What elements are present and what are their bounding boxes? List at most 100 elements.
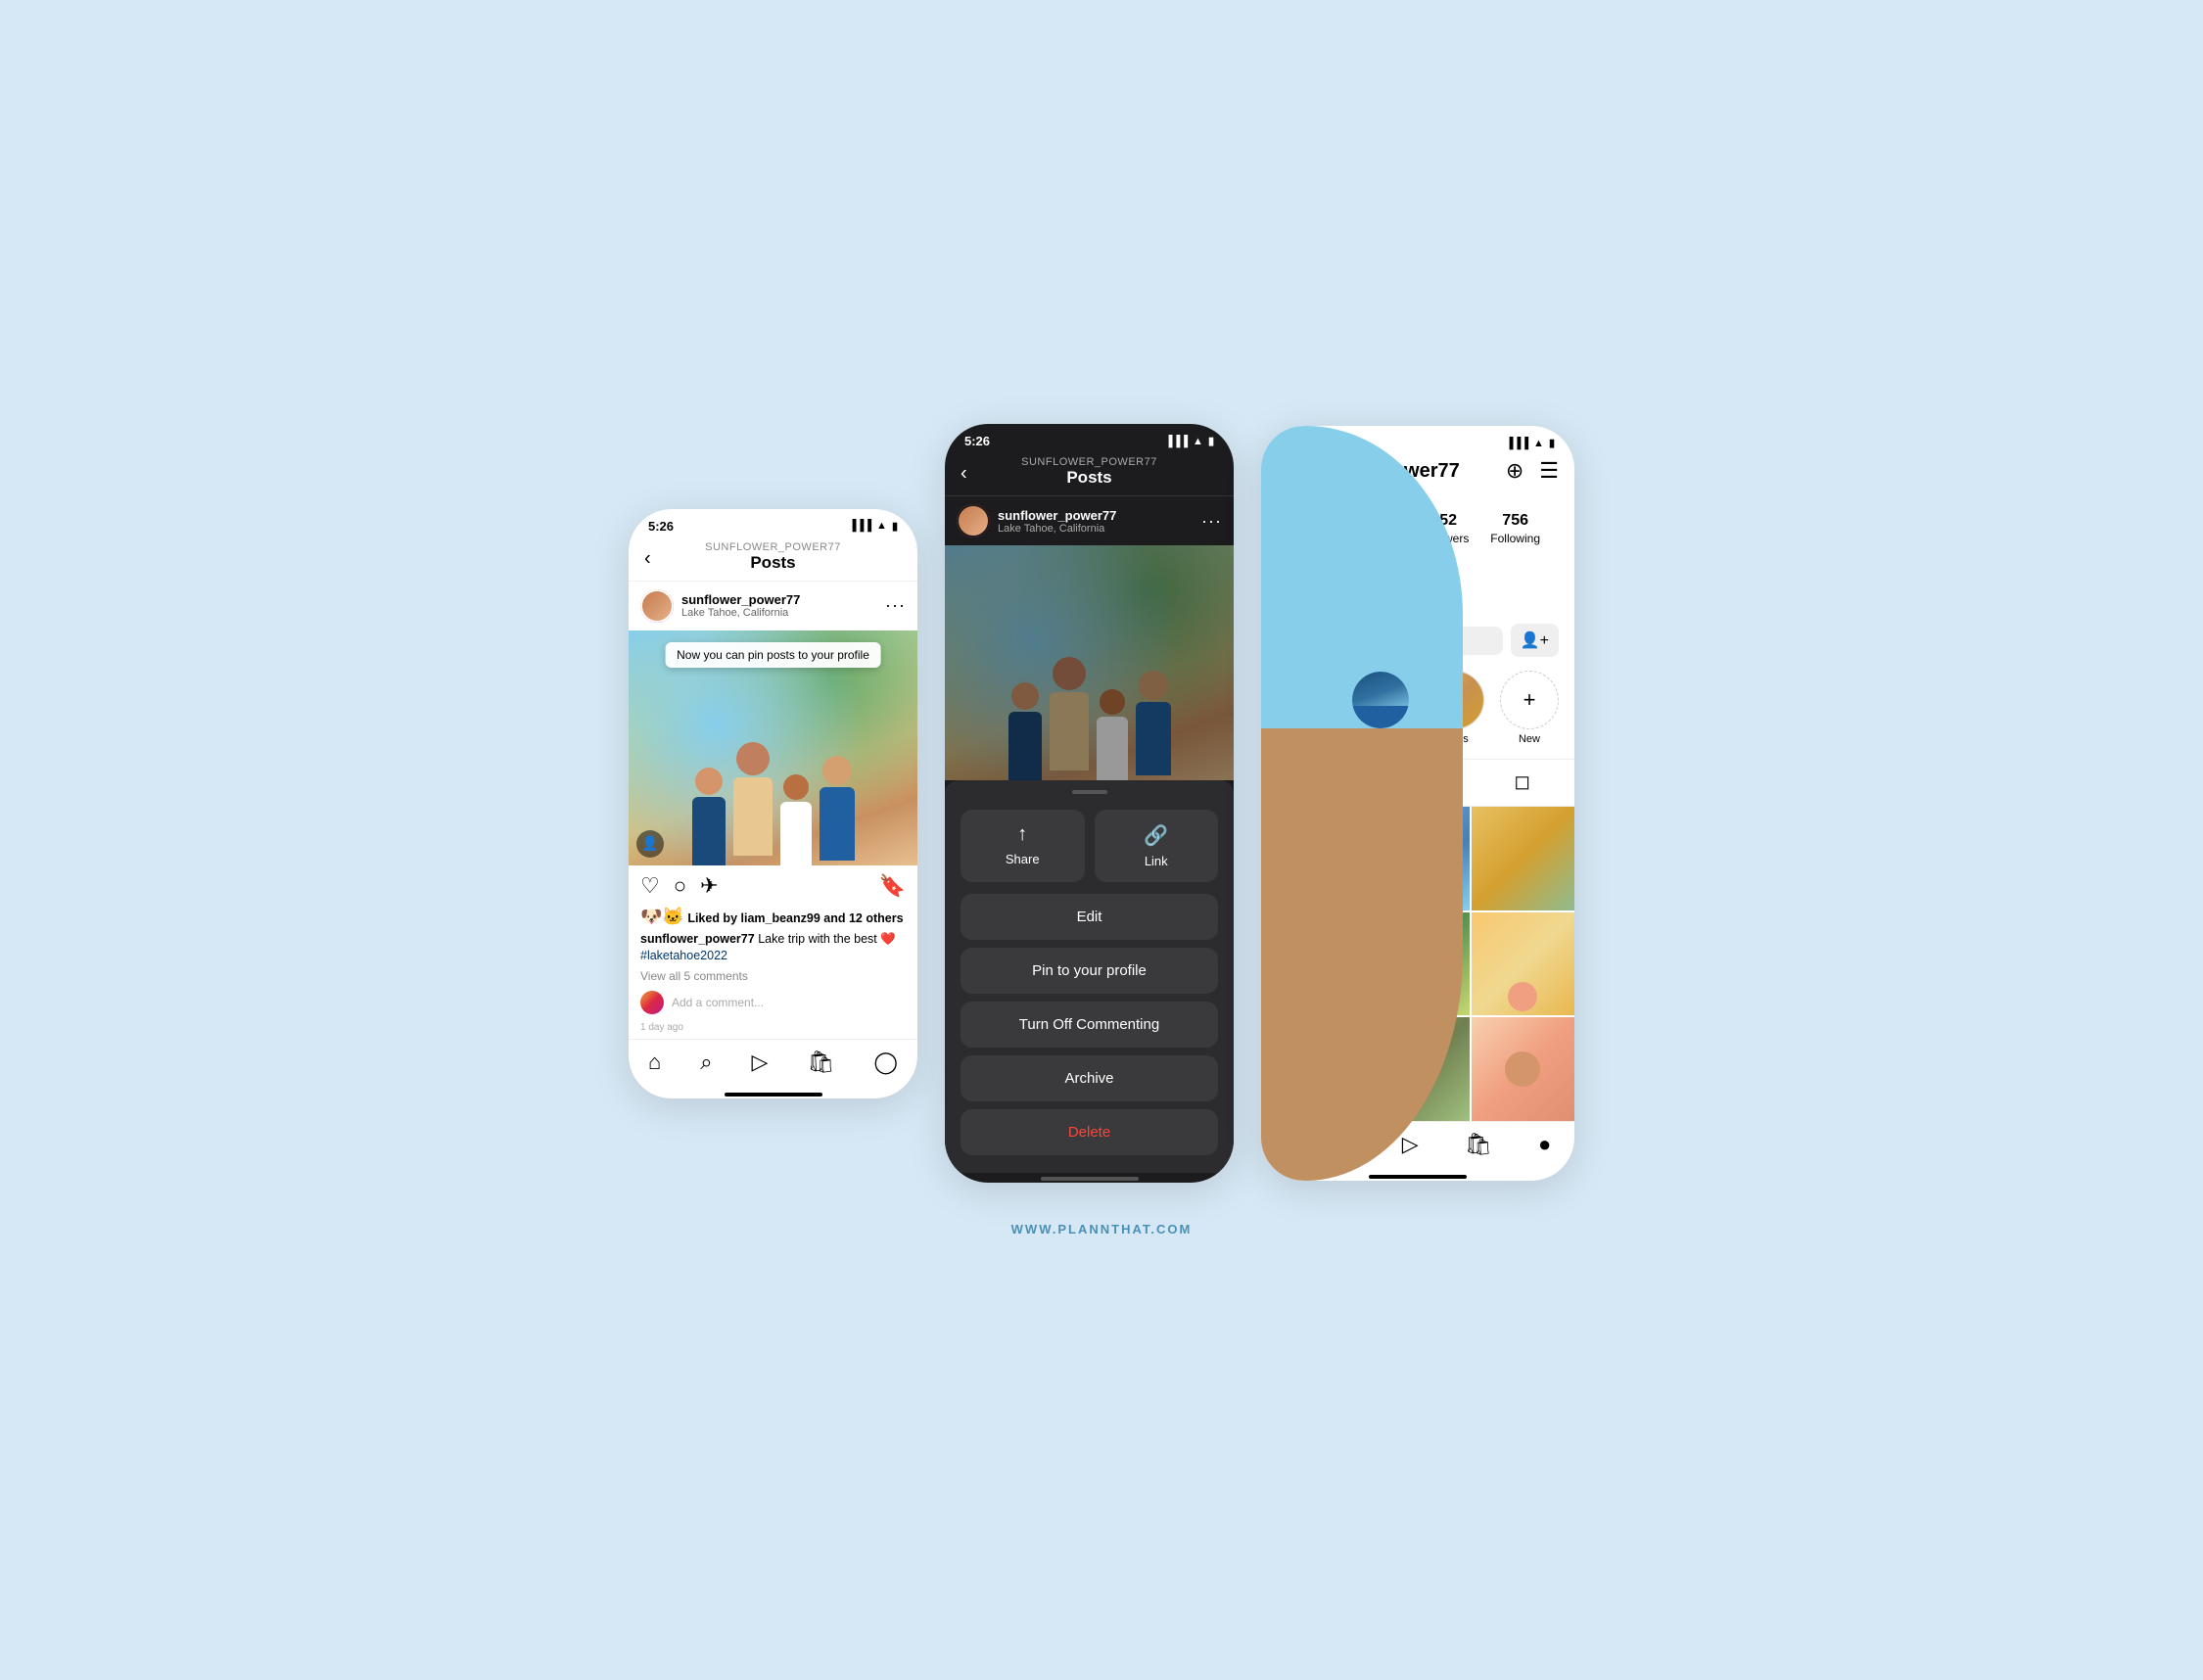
back-button-1[interactable]: ‹ bbox=[644, 547, 651, 570]
comment-input-1: Add a comment... bbox=[629, 987, 917, 1022]
bottom-sheet: ↑ Share 🔗 Link Edit Pin to your profile … bbox=[945, 780, 1234, 1173]
nav-header-2: ‹ SUNFLOWER_POWER77 Posts bbox=[945, 452, 1234, 496]
phone-3-profile: 5:26 ▐▐▐ ▲ ▮ sunflower_power77 ⊕ ☰ + bbox=[1261, 426, 1574, 1180]
share-icon-1[interactable]: ✈ bbox=[700, 873, 718, 899]
comments-link-1[interactable]: View all 5 comments bbox=[629, 969, 917, 987]
caption-hashtag-1[interactable]: #laketahoe2022 bbox=[640, 949, 727, 962]
wifi-icon-1: ▲ bbox=[876, 520, 887, 532]
post-image-1: Now you can pin posts to your profile bbox=[629, 630, 917, 865]
post-header-1: sunflower_power77 Lake Tahoe, California… bbox=[629, 582, 917, 630]
pin-menu-item[interactable]: Pin to your profile bbox=[961, 948, 1218, 994]
grid-item-9[interactable] bbox=[1472, 1017, 1574, 1120]
home-indicator-3 bbox=[1369, 1175, 1467, 1179]
link-icon: 🔗 bbox=[1144, 823, 1168, 848]
signal-icon-1: ▐▐▐ bbox=[849, 520, 871, 532]
reels-icon-1[interactable]: ▷ bbox=[752, 1050, 769, 1075]
reels-icon-3[interactable]: ▷ bbox=[1402, 1132, 1419, 1157]
turn-off-commenting-menu-item[interactable]: Turn Off Commenting bbox=[961, 1002, 1218, 1048]
grid-item-3[interactable] bbox=[1472, 807, 1574, 910]
sheet-handle bbox=[1072, 790, 1107, 794]
camera-icon-1: 👤 bbox=[636, 830, 664, 858]
home-indicator-1 bbox=[725, 1093, 822, 1097]
nav-header-1: ‹ SUNFLOWER_POWER77 Posts bbox=[629, 537, 917, 582]
share-label: Share bbox=[1006, 852, 1040, 866]
profile-icon-3[interactable]: ● bbox=[1538, 1132, 1551, 1157]
post-location-1: Lake Tahoe, California bbox=[681, 607, 877, 619]
home-indicator-2 bbox=[1041, 1177, 1139, 1181]
edit-menu-item[interactable]: Edit bbox=[961, 894, 1218, 940]
highlight-circle-travel bbox=[1277, 671, 1336, 729]
link-label: Link bbox=[1145, 854, 1168, 868]
post-more-1[interactable]: ··· bbox=[885, 595, 906, 616]
bottom-nav-1: ⌂ ⌕ ▷ 🛍 ◯ bbox=[629, 1039, 917, 1089]
post-username-1[interactable]: sunflower_power77 bbox=[681, 592, 877, 607]
archive-menu-item[interactable]: Archive bbox=[961, 1055, 1218, 1101]
battery-icon-2: ▮ bbox=[1208, 435, 1214, 447]
highlight-new[interactable]: + New bbox=[1500, 671, 1559, 745]
add-post-icon[interactable]: ⊕ bbox=[1506, 458, 1523, 484]
likes-text-1: Liked by liam_beanz99 and 12 others bbox=[687, 911, 903, 925]
caption-user-1: sunflower_power77 bbox=[640, 932, 755, 946]
battery-icon-1: ▮ bbox=[892, 520, 898, 533]
highlights-row: Travel Nature Hikes + N bbox=[1261, 671, 1574, 759]
share-btn[interactable]: ↑ Share bbox=[961, 810, 1085, 882]
signal-icon-3: ▐▐▐ bbox=[1506, 438, 1528, 449]
sheet-actions-row: ↑ Share 🔗 Link bbox=[945, 810, 1234, 894]
highlight-circle-nature bbox=[1351, 671, 1410, 729]
post-timestamp-1: 1 day ago bbox=[629, 1022, 917, 1039]
status-icons-1: ▐▐▐ ▲ ▮ bbox=[849, 520, 898, 533]
shop-icon-1[interactable]: 🛍 bbox=[807, 1050, 834, 1075]
status-icons-3: ▐▐▐ ▲ ▮ bbox=[1506, 437, 1555, 449]
add-person-btn[interactable]: 👤+ bbox=[1511, 624, 1559, 657]
battery-icon-3: ▮ bbox=[1549, 437, 1555, 449]
phone-2-dark: 5:26 ▐▐▐ ▲ ▮ ‹ SUNFLOWER_POWER77 Posts s… bbox=[945, 424, 1234, 1183]
profile-icon-1[interactable]: ◯ bbox=[873, 1050, 898, 1075]
following-number: 756 bbox=[1490, 512, 1540, 530]
caption-text-1: Lake trip with the best ❤️ bbox=[758, 932, 896, 946]
following-label: Following bbox=[1490, 532, 1540, 545]
grid-item-6[interactable] bbox=[1472, 912, 1574, 1015]
status-bar-1: 5:26 ▐▐▐ ▲ ▮ bbox=[629, 509, 917, 537]
post-likes-1: 🐶🐱 Liked by liam_beanz99 and 12 others bbox=[629, 907, 917, 931]
highlight-travel[interactable]: Travel bbox=[1277, 671, 1336, 745]
comment-avatar-1 bbox=[640, 991, 664, 1014]
shop-icon-3[interactable]: 🛍 bbox=[1465, 1132, 1492, 1157]
home-icon-1[interactable]: ⌂ bbox=[648, 1050, 661, 1075]
status-time-2: 5:26 bbox=[964, 434, 990, 448]
post-user-info-1: sunflower_power77 Lake Tahoe, California bbox=[681, 592, 877, 619]
delete-menu-item[interactable]: Delete bbox=[961, 1109, 1218, 1155]
nav-username-1: SUNFLOWER_POWER77 bbox=[705, 541, 841, 553]
status-icons-2: ▐▐▐ ▲ ▮ bbox=[1165, 435, 1214, 447]
post-actions-1: ♡ ○ ✈ 🔖 bbox=[629, 865, 917, 907]
post-avatar-1 bbox=[640, 589, 674, 623]
comment-placeholder-1[interactable]: Add a comment... bbox=[672, 996, 764, 1009]
like-icon-1[interactable]: ♡ bbox=[640, 873, 660, 899]
post-caption-1: sunflower_power77 Lake trip with the bes… bbox=[629, 931, 917, 969]
pin-tooltip: Now you can pin posts to your profile bbox=[665, 642, 881, 668]
post-username-2[interactable]: sunflower_power77 bbox=[998, 508, 1194, 523]
signal-icon-2: ▐▐▐ bbox=[1165, 436, 1188, 447]
wifi-icon-3: ▲ bbox=[1533, 438, 1544, 449]
status-time-1: 5:26 bbox=[648, 519, 674, 534]
highlight-circle-new: + bbox=[1500, 671, 1559, 729]
back-button-2[interactable]: ‹ bbox=[961, 463, 967, 486]
phone-1-post: 5:26 ▐▐▐ ▲ ▮ ‹ SUNFLOWER_POWER77 Posts s… bbox=[629, 509, 917, 1098]
footer-url: WWW.PLANNTHAT.COM bbox=[1011, 1222, 1193, 1237]
search-icon-1[interactable]: ⌕ bbox=[700, 1050, 712, 1075]
post-more-2[interactable]: ··· bbox=[1201, 511, 1222, 532]
post-location-2: Lake Tahoe, California bbox=[998, 523, 1194, 535]
tab-tagged[interactable]: ◻ bbox=[1470, 760, 1574, 806]
menu-icon[interactable]: ☰ bbox=[1539, 458, 1559, 484]
nav-username-2: SUNFLOWER_POWER77 bbox=[1021, 456, 1157, 468]
comment-icon-1[interactable]: ○ bbox=[674, 873, 686, 899]
link-btn[interactable]: 🔗 Link bbox=[1095, 810, 1219, 882]
highlight-label-new: New bbox=[1519, 733, 1540, 745]
following-count[interactable]: 756 Following bbox=[1490, 512, 1540, 547]
post-image-2 bbox=[945, 545, 1234, 780]
nav-title-1: Posts bbox=[705, 553, 841, 573]
share-arrow-icon: ↑ bbox=[1017, 823, 1027, 846]
post-user-info-2: sunflower_power77 Lake Tahoe, California bbox=[998, 508, 1194, 535]
save-icon-1[interactable]: 🔖 bbox=[879, 873, 906, 899]
phones-container: 5:26 ▐▐▐ ▲ ▮ ‹ SUNFLOWER_POWER77 Posts s… bbox=[629, 424, 1574, 1183]
status-bar-2: 5:26 ▐▐▐ ▲ ▮ bbox=[945, 424, 1234, 452]
